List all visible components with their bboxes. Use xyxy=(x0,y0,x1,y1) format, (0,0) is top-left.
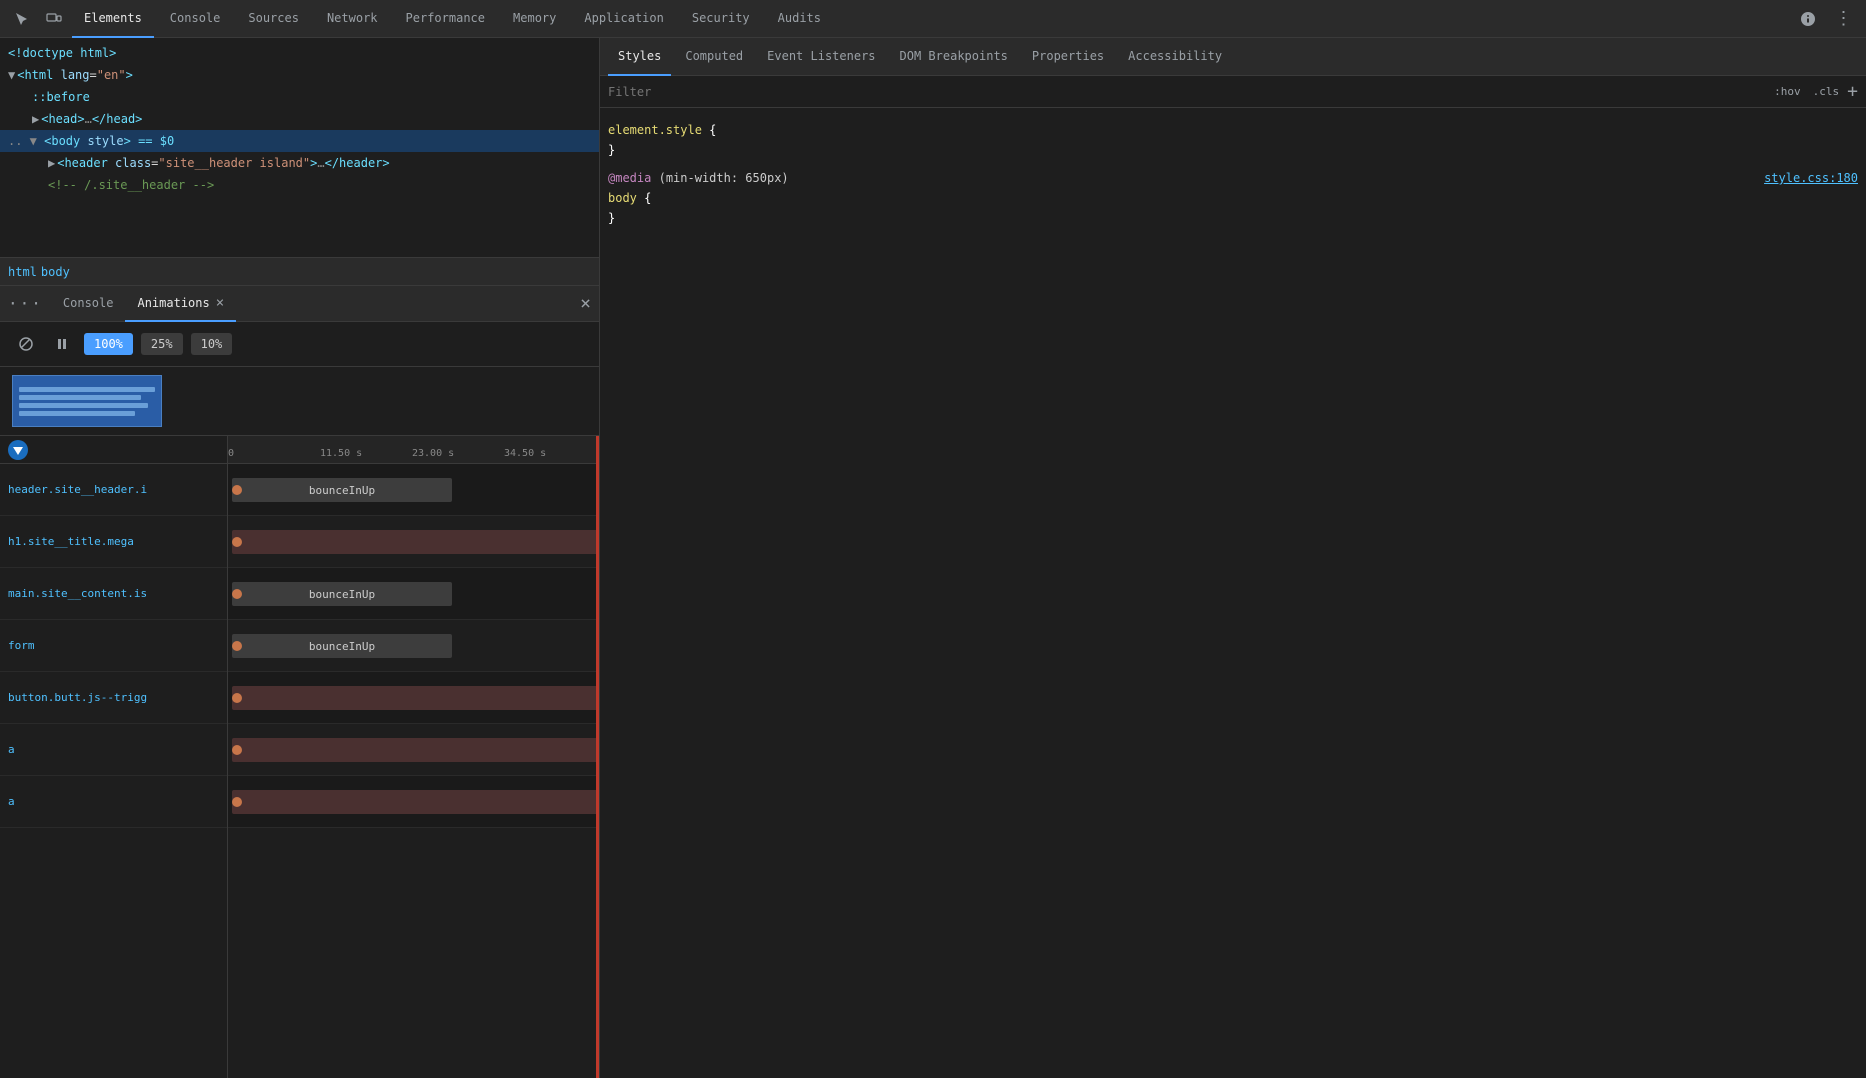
bottom-panel: ··· Console Animations × × xyxy=(0,286,599,1078)
filter-bar: :hov .cls + xyxy=(600,76,1866,108)
red-edge-bar xyxy=(596,436,599,1078)
anim-dot xyxy=(232,745,242,755)
right-panel: Styles Computed Event Listeners DOM Brea… xyxy=(600,38,1866,1078)
ruler-tick-0: 0 xyxy=(228,448,234,459)
tab-network[interactable]: Network xyxy=(315,0,390,38)
dom-line: ▼<html lang="en"> xyxy=(0,64,599,86)
timeline-container[interactable]: header.site__header.i h1.site__title.meg… xyxy=(0,436,599,1078)
cursor-icon[interactable] xyxy=(8,5,36,33)
main-layout: <!doctype html> ▼<html lang="en"> ::befo… xyxy=(0,38,1866,1078)
bottom-tabs-more[interactable]: ··· xyxy=(8,294,43,313)
anim-pause-btn[interactable] xyxy=(48,330,76,358)
tab-sources[interactable]: Sources xyxy=(236,0,311,38)
timeline-row-a1[interactable]: hue xyxy=(228,724,599,776)
dom-line: <!doctype html> xyxy=(0,42,599,64)
speed-25-btn[interactable]: 25% xyxy=(141,333,183,355)
more-menu-icon[interactable]: ⋮ xyxy=(1830,5,1858,33)
timeline-row-a2[interactable]: hue xyxy=(228,776,599,828)
label-a2[interactable]: a xyxy=(0,776,227,828)
anim-bar-bounce1[interactable]: bounceInUp xyxy=(232,478,452,502)
timeline-row-header[interactable]: bounceInUp xyxy=(228,464,599,516)
anim-dot xyxy=(232,693,242,703)
timeline-row-main[interactable]: bounceInUp xyxy=(228,568,599,620)
label-a1[interactable]: a xyxy=(0,724,227,776)
tab-audits[interactable]: Audits xyxy=(766,0,833,38)
preview-area xyxy=(0,367,599,436)
bottom-panel-close[interactable]: × xyxy=(580,293,591,314)
ruler-tick-2: 23.00 s xyxy=(412,448,454,459)
dom-viewer[interactable]: <!doctype html> ▼<html lang="en"> ::befo… xyxy=(0,38,599,258)
anim-dot xyxy=(232,537,242,547)
dom-line: ::before xyxy=(0,86,599,108)
add-style-rule-btn[interactable]: + xyxy=(1847,83,1858,101)
device-icon[interactable] xyxy=(40,5,68,33)
timeline-row-h1[interactable]: hue xyxy=(228,516,599,568)
anim-bar-bounce2[interactable]: bounceInUp xyxy=(232,582,452,606)
label-button[interactable]: button.butt.js--trigg xyxy=(0,672,227,724)
hov-button[interactable]: :hov xyxy=(1770,83,1805,100)
tab-application[interactable]: Application xyxy=(572,0,675,38)
breadcrumb-html[interactable]: html xyxy=(8,265,37,279)
css-link-style[interactable]: style.css:180 xyxy=(1764,168,1858,188)
speed-100-btn[interactable]: 100% xyxy=(84,333,133,355)
feedback-icon[interactable] xyxy=(1794,5,1822,33)
anim-bar-hue1[interactable]: hue xyxy=(232,530,599,554)
label-main[interactable]: main.site__content.is xyxy=(0,568,227,620)
tab-elements[interactable]: Elements xyxy=(72,0,154,38)
anim-dot xyxy=(232,589,242,599)
ruler-tick-1: 11.50 s xyxy=(320,448,362,459)
animations-tab-close[interactable]: × xyxy=(216,295,224,311)
css-content: element.style { } @media (min-width: 650… xyxy=(600,108,1866,1078)
anim-bar-hue2[interactable]: hue xyxy=(232,686,599,710)
dom-line-body[interactable]: .. ▼ <body style> == $0 xyxy=(0,130,599,152)
animation-preview xyxy=(12,375,162,427)
tab-console-bottom[interactable]: Console xyxy=(51,286,126,322)
tab-animations[interactable]: Animations × xyxy=(125,286,236,322)
anim-stop-btn[interactable] xyxy=(12,330,40,358)
left-panel: <!doctype html> ▼<html lang="en"> ::befo… xyxy=(0,38,600,1078)
label-header[interactable]: header.site__header.i xyxy=(0,464,227,516)
label-h1[interactable]: h1.site__title.mega xyxy=(0,516,227,568)
anim-dot xyxy=(232,485,242,495)
dom-line: ▶<head>…</head> xyxy=(0,108,599,130)
styles-tabs: Styles Computed Event Listeners DOM Brea… xyxy=(600,38,1866,76)
anim-bar-hue4[interactable]: hue xyxy=(232,790,599,814)
devtools-toolbar: Elements Console Sources Network Perform… xyxy=(0,0,1866,38)
breadcrumb: html body xyxy=(0,258,599,286)
breadcrumb-body[interactable]: body xyxy=(41,265,70,279)
filter-input[interactable] xyxy=(608,85,1762,99)
cls-button[interactable]: .cls xyxy=(1809,83,1844,100)
label-form[interactable]: form xyxy=(0,620,227,672)
ruler-tick-3: 34.50 s xyxy=(504,448,546,459)
tab-security[interactable]: Security xyxy=(680,0,762,38)
timeline-row-button[interactable]: hue xyxy=(228,672,599,724)
tab-properties[interactable]: Properties xyxy=(1022,38,1114,76)
timeline-labels: header.site__header.i h1.site__title.meg… xyxy=(0,436,228,1078)
tab-computed[interactable]: Computed xyxy=(675,38,753,76)
css-media-block: @media (min-width: 650px) style.css:180 … xyxy=(600,164,1866,232)
anim-bar-bounce3[interactable]: bounceInUp xyxy=(232,634,452,658)
tab-styles[interactable]: Styles xyxy=(608,38,671,76)
css-element-style: element.style { } xyxy=(600,116,1866,164)
timeline-rows: bounceInUp hue bounceInUp xyxy=(228,464,599,828)
tab-performance[interactable]: Performance xyxy=(394,0,497,38)
anim-dot xyxy=(232,797,242,807)
dom-line: <!-- /.site__header --> xyxy=(0,174,599,196)
anim-controls: 100% 25% 10% xyxy=(0,322,599,367)
tab-console[interactable]: Console xyxy=(158,0,233,38)
timeline-row-form[interactable]: bounceInUp xyxy=(228,620,599,672)
timeline-ruler: 0 11.50 s 23.00 s 34.50 s 46.00 s 57.50 … xyxy=(228,436,599,464)
anim-bar-hue3[interactable]: hue xyxy=(232,738,599,762)
speed-10-btn[interactable]: 10% xyxy=(191,333,233,355)
tab-accessibility[interactable]: Accessibility xyxy=(1118,38,1232,76)
tab-dom-breakpoints[interactable]: DOM Breakpoints xyxy=(890,38,1018,76)
timeline-content[interactable]: 0 11.50 s 23.00 s 34.50 s 46.00 s 57.50 … xyxy=(228,436,599,1078)
playhead-button[interactable] xyxy=(8,440,28,460)
dom-line: ▶<header class="site__header island">…</… xyxy=(0,152,599,174)
tab-event-listeners[interactable]: Event Listeners xyxy=(757,38,885,76)
bottom-tabs: ··· Console Animations × × xyxy=(0,286,599,322)
tab-memory[interactable]: Memory xyxy=(501,0,568,38)
anim-dot xyxy=(232,641,242,651)
